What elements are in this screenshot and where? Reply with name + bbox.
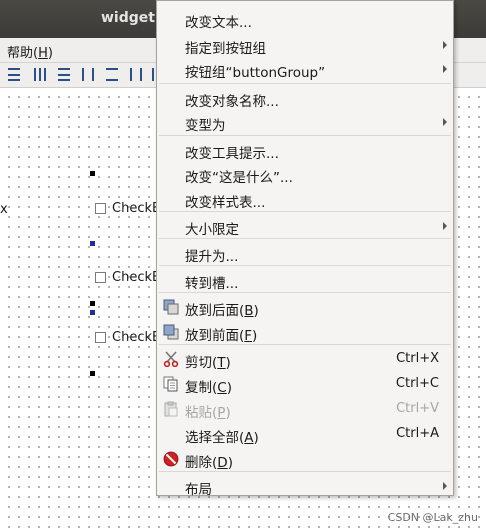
menu-item-change-text[interactable]: 改变文本... bbox=[157, 7, 453, 31]
menu-item-assign-button-group[interactable]: 指定到按钮组 bbox=[157, 33, 453, 57]
selection-handle[interactable] bbox=[90, 171, 95, 176]
send-to-back-icon bbox=[163, 299, 179, 315]
menu-item-copy[interactable]: 复制(C) Ctrl+C bbox=[157, 372, 453, 396]
layout-splitter-vertical-icon[interactable] bbox=[106, 68, 118, 81]
submenu-arrow-icon bbox=[443, 482, 447, 490]
submenu-arrow-icon bbox=[443, 118, 447, 126]
menu-item-layout[interactable]: 布局 bbox=[157, 474, 453, 498]
shortcut-select-all: Ctrl+A bbox=[396, 426, 439, 441]
window-title: widget. bbox=[101, 10, 161, 26]
selection-handle[interactable] bbox=[90, 301, 95, 306]
checkbox-partial-label: x bbox=[0, 202, 8, 217]
menu-item-go-to-slot[interactable]: 转到槽... bbox=[157, 268, 453, 292]
menu-item-select-all[interactable]: 选择全部(A) Ctrl+A bbox=[157, 422, 453, 446]
menu-separator bbox=[159, 211, 451, 212]
menu-item-paste[interactable]: 粘贴(P) Ctrl+V bbox=[157, 397, 453, 421]
menu-item-cut[interactable]: 剪切(T) Ctrl+X bbox=[157, 347, 453, 371]
shortcut-paste: Ctrl+V bbox=[396, 401, 439, 416]
layout-horizontal-icon[interactable] bbox=[34, 68, 46, 81]
menu-item-change-stylesheet[interactable]: 改变样式表... bbox=[157, 187, 453, 211]
checkbox-1-box[interactable] bbox=[95, 203, 106, 214]
bring-to-front-icon bbox=[163, 324, 179, 340]
menu-item-change-object-name[interactable]: 改变对象名称... bbox=[157, 86, 453, 110]
menu-item-change-tooltip[interactable]: 改变工具提示... bbox=[157, 138, 453, 162]
menu-item-send-to-back[interactable]: 放到后面(B) bbox=[157, 295, 453, 319]
submenu-arrow-icon bbox=[443, 222, 447, 230]
menu-separator bbox=[159, 471, 451, 472]
selection-handle[interactable] bbox=[90, 310, 95, 315]
menu-item-size-constraints[interactable]: 大小限定 bbox=[157, 214, 453, 238]
selection-handle[interactable] bbox=[90, 371, 95, 376]
context-menu: 改变文本... 指定到按钮组 按钮组“buttonGroup” 改变对象名称..… bbox=[156, 0, 454, 498]
delete-icon bbox=[163, 451, 179, 467]
layout-vertical-icon[interactable] bbox=[58, 68, 70, 81]
checkbox-2-label: CheckB bbox=[112, 270, 161, 285]
checkbox-3-label: CheckB bbox=[112, 330, 161, 345]
scissors-icon bbox=[163, 351, 179, 367]
shortcut-cut: Ctrl+X bbox=[396, 351, 439, 366]
menu-separator bbox=[159, 135, 451, 136]
menu-item-delete[interactable]: 删除(D) bbox=[157, 447, 453, 471]
menu-item-morph-into[interactable]: 变型为 bbox=[157, 110, 453, 134]
paste-icon bbox=[164, 401, 178, 417]
checkbox-2-box[interactable] bbox=[95, 272, 106, 283]
menu-item-promote-to[interactable]: 提升为... bbox=[157, 241, 453, 265]
menu-separator bbox=[159, 83, 451, 84]
menu-item-bring-to-front[interactable]: 放到前面(F) bbox=[157, 320, 453, 344]
menu-item-button-group[interactable]: 按钮组“buttonGroup” bbox=[157, 57, 453, 81]
menu-separator bbox=[159, 292, 451, 293]
menu-separator bbox=[159, 238, 451, 239]
shortcut-copy: Ctrl+C bbox=[395, 376, 439, 391]
checkbox-1-label: CheckB bbox=[112, 201, 161, 216]
checkbox-3-box[interactable] bbox=[95, 332, 106, 343]
copy-icon bbox=[163, 376, 178, 392]
submenu-arrow-icon bbox=[443, 41, 447, 49]
menu-item-change-whats-this[interactable]: 改变“这是什么”... bbox=[157, 162, 453, 186]
watermark: CSDN @Lak_zhu bbox=[387, 511, 478, 524]
menu-separator bbox=[159, 265, 451, 266]
selection-handle[interactable] bbox=[90, 241, 95, 246]
layout-grid-icon[interactable] bbox=[130, 68, 142, 81]
menu-help[interactable]: 帮助(H) bbox=[7, 42, 53, 61]
layout-splitter-horizontal-icon[interactable] bbox=[82, 68, 94, 81]
edit-tab-order-icon[interactable] bbox=[8, 68, 20, 81]
submenu-arrow-icon bbox=[443, 65, 447, 73]
menu-separator bbox=[159, 344, 451, 345]
